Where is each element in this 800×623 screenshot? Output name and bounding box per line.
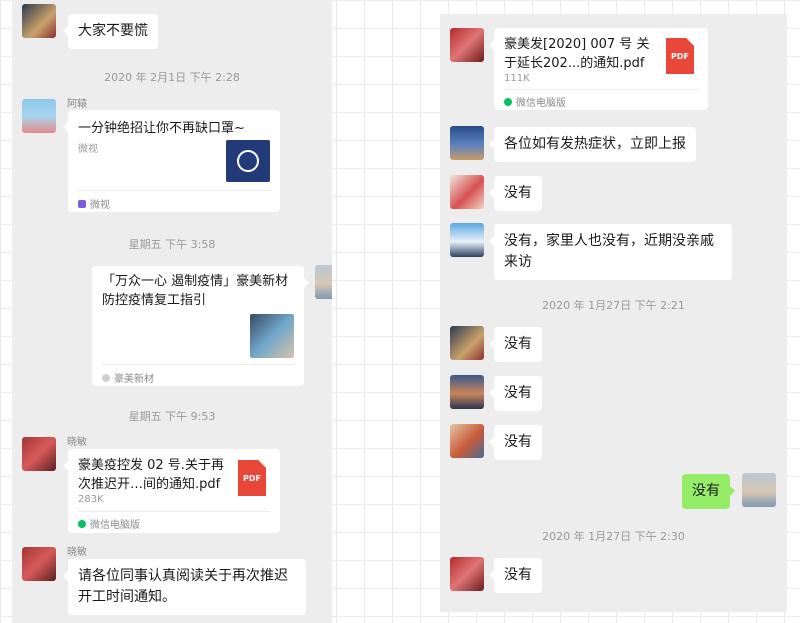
timestamp: 星期五 下午 3:58 <box>128 238 216 251</box>
message-bubble[interactable]: 请各位同事认真阅读关于再次推迟开工时间通知。 <box>63 559 306 615</box>
avatar[interactable] <box>450 223 484 257</box>
self-avatar[interactable] <box>742 473 776 507</box>
avatar[interactable] <box>22 437 56 471</box>
timestamp: 2020 年 1月27日 下午 2:30 <box>542 530 685 543</box>
avatar[interactable] <box>450 326 484 360</box>
message-bubble[interactable]: 没有 <box>489 327 542 362</box>
footer-label: 微信电脑版 <box>516 98 566 109</box>
message-text: 没有 <box>504 434 532 450</box>
file-size: 283K <box>78 494 104 505</box>
thumbnail-image <box>226 140 270 182</box>
message-text: 没有，家里人也没有，近期没亲戚来访 <box>504 233 714 270</box>
card-footer: 微信电脑版 <box>504 94 566 109</box>
message-bubble[interactable]: 没有，家里人也没有，近期没亲戚来访 <box>489 224 732 280</box>
message-bubble[interactable]: 没有 <box>489 376 542 411</box>
message-bubble[interactable]: 大家不要慌 <box>63 14 158 49</box>
card-title: 「万众一心 遏制疫情」豪美新材防控疫情复工指引 <box>102 274 289 308</box>
file-name: 豪美发[2020] 007 号 关于延长202...的通知.pdf <box>504 37 650 71</box>
footer-label: 微信电脑版 <box>90 520 140 531</box>
file-name: 豪美疫控发 02 号.关于再次推迟开…间的通知.pdf <box>78 458 224 492</box>
message-text: 大家不要慌 <box>78 23 148 39</box>
timestamp: 2020 年 2月1日 下午 2:28 <box>104 71 240 84</box>
logo-circle-icon <box>237 150 259 172</box>
timestamp: 2020 年 1月27日 下午 2:21 <box>542 299 685 312</box>
avatar[interactable] <box>450 424 484 458</box>
avatar[interactable] <box>450 126 484 160</box>
source-icon <box>102 373 110 382</box>
thumbnail-image <box>250 314 294 358</box>
self-avatar[interactable] <box>315 265 332 299</box>
file-size: 111K <box>504 73 530 84</box>
wechat-icon <box>504 97 512 106</box>
pdf-icon: PDF <box>666 38 694 74</box>
card-title: 一分钟绝招让你不再缺口罩~ <box>78 121 245 136</box>
chat-panel-right: 豪美发[2020] 007 号 关于延长202...的通知.pdf 111K P… <box>440 14 787 612</box>
message-text: 没有 <box>504 336 532 352</box>
card-footer: 微视 <box>78 196 110 211</box>
message-text: 各位如有发热症状，立即上报 <box>504 136 686 152</box>
avatar[interactable] <box>450 375 484 409</box>
card-footer: 豪美新材 <box>102 370 154 385</box>
message-bubble[interactable]: 各位如有发热症状，立即上报 <box>489 127 696 162</box>
card-footer: 微信电脑版 <box>78 516 140 531</box>
avatar[interactable] <box>22 99 56 133</box>
sender-name: 晓敏 <box>67 547 87 558</box>
wechat-icon <box>78 519 86 528</box>
divider <box>102 364 294 365</box>
message-text: 请各位同事认真阅读关于再次推迟开工时间通知。 <box>78 568 288 605</box>
footer-label: 豪美新材 <box>114 374 154 385</box>
link-card[interactable]: 「万众一心 遏制疫情」豪美新材防控疫情复工指引 豪美新材 <box>92 266 309 386</box>
message-text: 没有 <box>504 385 532 401</box>
link-card[interactable]: 一分钟绝招让你不再缺口罩~ 微视 微视 <box>63 110 280 212</box>
message-bubble[interactable]: 没有 <box>489 425 542 460</box>
avatar[interactable] <box>22 4 56 38</box>
card-source: 微视 <box>78 144 98 155</box>
message-text: 没有 <box>504 567 532 583</box>
avatar[interactable] <box>22 547 56 581</box>
divider <box>504 89 698 90</box>
divider <box>78 190 270 191</box>
timestamp: 星期五 下午 9:53 <box>128 410 216 423</box>
weishi-icon <box>78 199 86 208</box>
chat-panel-left: 大家不要慌 2020 年 2月1日 下午 2:28 阿辕 一分钟绝招让你不再缺口… <box>12 0 332 623</box>
sender-name: 晓敏 <box>67 437 87 448</box>
sender-name: 阿辕 <box>67 99 87 110</box>
avatar[interactable] <box>450 28 484 62</box>
pdf-icon: PDF <box>238 460 266 496</box>
message-bubble[interactable]: 没有 <box>489 558 542 593</box>
message-text: 没有 <box>692 483 720 499</box>
avatar[interactable] <box>450 557 484 591</box>
message-bubble[interactable]: 没有 <box>489 176 542 211</box>
message-bubble-self[interactable]: 没有 <box>682 474 735 509</box>
footer-label: 微视 <box>90 200 110 211</box>
message-text: 没有 <box>504 185 532 201</box>
avatar[interactable] <box>450 175 484 209</box>
file-card[interactable]: 豪美发[2020] 007 号 关于延长202...的通知.pdf 111K P… <box>489 28 708 110</box>
divider <box>78 511 270 512</box>
file-card[interactable]: 豪美疫控发 02 号.关于再次推迟开…间的通知.pdf 283K PDF 微信电… <box>63 449 280 533</box>
